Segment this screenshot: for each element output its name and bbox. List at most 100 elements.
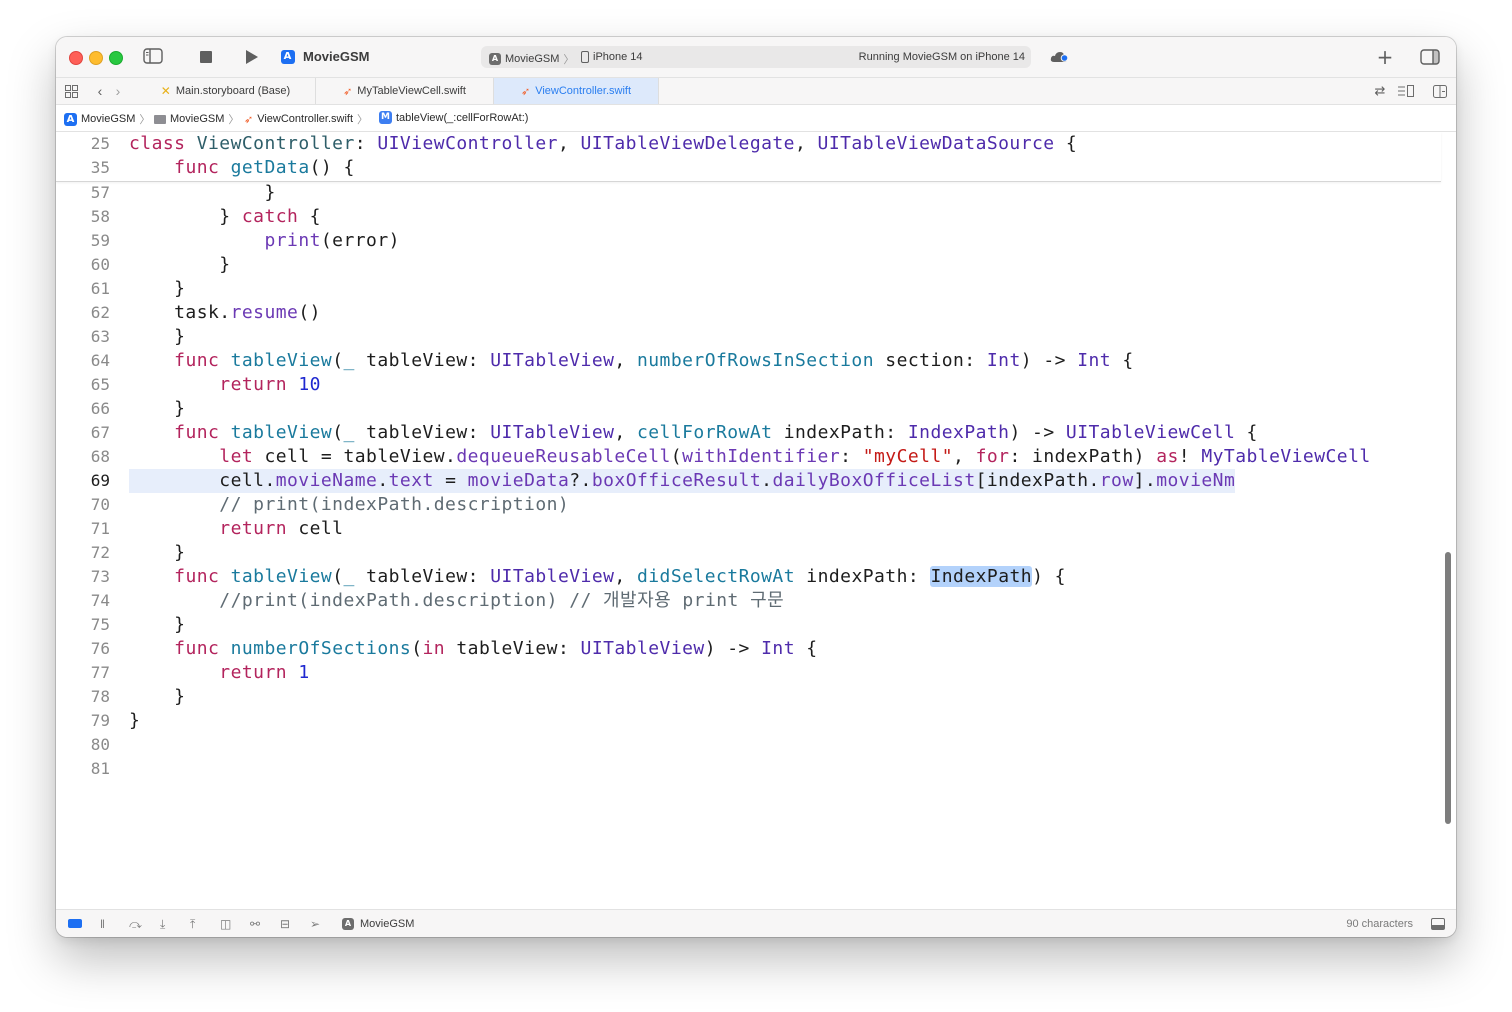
line-number: 78: [90, 687, 110, 706]
close-window-button[interactable]: [69, 51, 83, 65]
console-toggle-icon[interactable]: [1431, 918, 1445, 930]
code-text: func numberOfSections(in tableView: UITa…: [174, 638, 818, 659]
code-line[interactable]: 25 class ViewController: UIViewController…: [56, 132, 1441, 156]
line-number: 71: [90, 519, 110, 538]
code-text: func tableView(_ tableView: UITableView,…: [174, 422, 1258, 443]
line-number: 76: [90, 639, 110, 658]
stop-icon[interactable]: [199, 50, 213, 64]
code-line[interactable]: 71 return cell: [56, 517, 1441, 541]
code-line[interactable]: 76 func numberOfSections(in tableView: U…: [56, 637, 1441, 661]
code-line[interactable]: 65 return 10: [56, 373, 1441, 397]
zoom-window-button[interactable]: [109, 51, 123, 65]
location-icon[interactable]: ➢: [310, 917, 320, 931]
code-line[interactable]: 68 let cell = tableView.dequeueReusableC…: [56, 445, 1441, 469]
code-text: } catch {: [129, 206, 321, 227]
code-line[interactable]: 64 func tableView(_ tableView: UITableVi…: [56, 349, 1441, 373]
code-line[interactable]: 57 }: [56, 181, 1441, 205]
code-line[interactable]: 78 }: [56, 685, 1441, 709]
code-text: }: [129, 614, 186, 635]
code-line[interactable]: 61 }: [56, 277, 1441, 301]
chevron-right-icon: 〉: [563, 54, 575, 66]
scheme-title[interactable]: MovieGSM: [303, 49, 369, 64]
split-editor-icon[interactable]: [1432, 83, 1448, 99]
code-text: return cell: [219, 518, 344, 539]
toolbar: MovieGSM MovieGSM 〉 iPhone 14 Running Mo…: [56, 37, 1456, 78]
code-line[interactable]: 77 return 1: [56, 661, 1441, 685]
code-line[interactable]: 70 // print(indexPath.description): [56, 493, 1441, 517]
sidebar-right-icon[interactable]: [1420, 48, 1440, 66]
code-line[interactable]: 75 }: [56, 613, 1441, 637]
line-number: 67: [90, 423, 110, 442]
editor-options-icon[interactable]: [1396, 83, 1416, 99]
code-line[interactable]: 66 }: [56, 397, 1441, 421]
plus-icon[interactable]: +: [1376, 45, 1394, 69]
back-chevron-icon[interactable]: ‹: [94, 83, 106, 99]
environment-overrides-icon[interactable]: ⊟: [280, 917, 290, 931]
code-line[interactable]: 79}: [56, 709, 1441, 733]
breadcrumb-project-label: MovieGSM: [81, 113, 136, 125]
tab-mytableviewcell[interactable]: ➶ MyTableViewCell.swift: [316, 78, 494, 104]
tab-label: Main.storyboard (Base): [175, 85, 291, 97]
play-icon[interactable]: [244, 48, 260, 66]
code-line[interactable]: 62 task.resume(): [56, 301, 1441, 325]
breadcrumb-symbol[interactable]: M tableView(_:cellForRowAt:): [379, 111, 528, 124]
code-line[interactable]: 60 }: [56, 253, 1441, 277]
line-number: 68: [90, 447, 110, 466]
code-line[interactable]: 69 cell.movieName.text = movieData?.boxO…: [56, 469, 1441, 493]
status-scheme-label: MovieGSM: [505, 53, 560, 65]
scheme-selector[interactable]: MovieGSM 〉: [489, 51, 574, 67]
source-editor[interactable]: 25 class ViewController: UIViewController…: [56, 132, 1456, 908]
code-text: print(error): [264, 230, 400, 251]
code-line[interactable]: 74 //print(indexPath.description) // 개발자…: [56, 589, 1441, 613]
code-line[interactable]: 67 func tableView(_ tableView: UITableVi…: [56, 421, 1441, 445]
pause-icon[interactable]: ‖: [100, 917, 105, 931]
swift-icon: ➶: [244, 113, 254, 126]
tab-label: ViewController.swift: [535, 85, 631, 97]
code-text: func tableView(_ tableView: UITableView,…: [174, 566, 1066, 587]
line-number: 70: [90, 495, 110, 514]
storyboard-icon: ✕: [160, 84, 171, 98]
step-out-icon[interactable]: ⤒: [190, 917, 195, 931]
breadcrumb-group[interactable]: MovieGSM 〉: [154, 111, 239, 127]
memory-graph-icon[interactable]: ⚯: [250, 917, 260, 931]
code-line[interactable]: 81: [56, 757, 1441, 781]
code-line[interactable]: 72 }: [56, 541, 1441, 565]
debug-bar: ‖ ⤼ ⤓ ⤒ ◫ ⚯ ⊟ ➢ MovieGSM 90 characters: [56, 909, 1456, 937]
grid-icon[interactable]: [64, 84, 78, 98]
related-items-icon[interactable]: ⇄: [1372, 83, 1388, 99]
code-text: func tableView(_ tableView: UITableView,…: [174, 350, 1134, 371]
minimize-window-button[interactable]: [89, 51, 103, 65]
code-line[interactable]: 80: [56, 733, 1441, 757]
code-text: task.resume(): [129, 302, 321, 323]
code-line[interactable]: 59 print(error): [56, 229, 1441, 253]
code-line[interactable]: 73 func tableView(_ tableView: UITableVi…: [56, 565, 1441, 589]
forward-chevron-icon[interactable]: ›: [112, 83, 124, 99]
step-over-icon[interactable]: ⤼: [129, 917, 142, 931]
code-line[interactable]: 58 } catch {: [56, 205, 1441, 229]
code-line[interactable]: 35 func getData() {: [56, 156, 1441, 180]
sidebar-left-icon[interactable]: [143, 47, 163, 65]
view-hierarchy-icon[interactable]: ◫: [220, 917, 231, 931]
iphone-icon: [581, 51, 589, 63]
tab-main-storyboard[interactable]: ✕ Main.storyboard (Base): [136, 78, 316, 104]
breadcrumb-project[interactable]: MovieGSM 〉: [64, 111, 150, 127]
debug-area-toggle-icon[interactable]: [68, 919, 82, 928]
app-scheme-icon: [280, 49, 295, 64]
chevron-right-icon: 〉: [357, 114, 368, 126]
device-selector[interactable]: iPhone 14: [581, 51, 643, 63]
status-device-label: iPhone 14: [593, 51, 643, 63]
line-number: 75: [90, 615, 110, 634]
swift-icon: ➶: [343, 85, 353, 98]
tab-viewcontroller[interactable]: ➶ ViewController.swift: [494, 78, 659, 104]
breadcrumb-file[interactable]: ➶ ViewController.swift 〉: [244, 111, 368, 127]
line-number: 61: [90, 279, 110, 298]
code-line[interactable]: 63 }: [56, 325, 1441, 349]
vertical-scrollbar[interactable]: [1445, 552, 1451, 824]
line-number: 77: [90, 663, 110, 682]
cloud-icon[interactable]: [1049, 49, 1069, 65]
line-number: 80: [90, 735, 110, 754]
breadcrumb-group-label: MovieGSM: [170, 113, 225, 125]
step-into-icon[interactable]: ⤓: [160, 917, 165, 931]
code-text: }: [129, 686, 186, 707]
line-number: 64: [90, 351, 110, 370]
